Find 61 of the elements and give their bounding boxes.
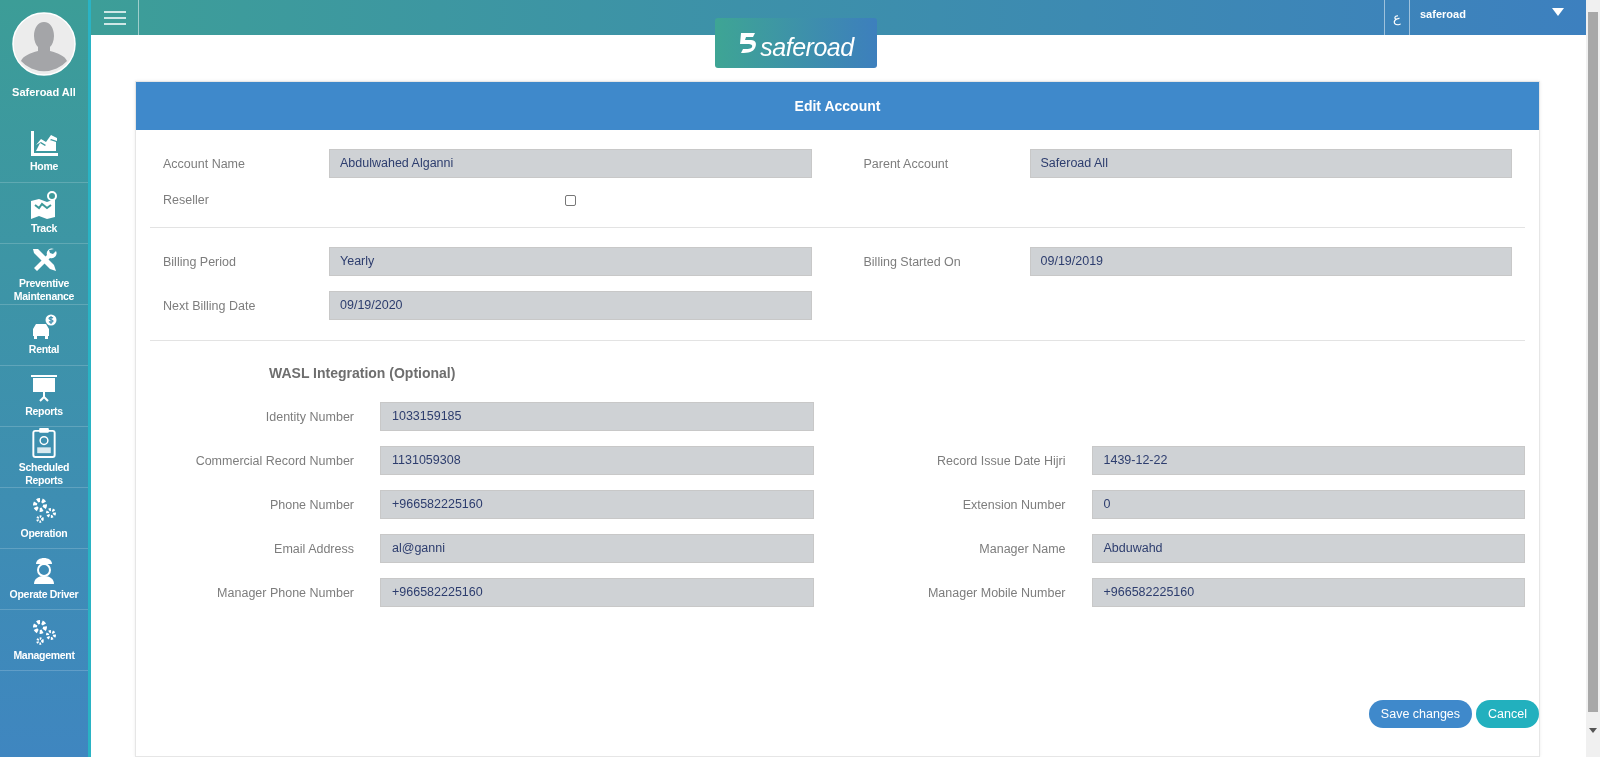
field-label: Parent Account: [863, 156, 950, 171]
input-field[interactable]: 1439-12-22: [1091, 446, 1525, 475]
gears-icon: [30, 496, 58, 524]
field-label: Commercial Record Number: [194, 453, 354, 468]
input-field[interactable]: Yearly: [329, 247, 812, 276]
input-field[interactable]: Abduwahd: [1091, 534, 1525, 563]
input-field[interactable]: al@ganni: [380, 534, 814, 563]
field-label: Phone Number: [268, 497, 354, 512]
nav-item[interactable]: Scheduled Reports: [0, 427, 88, 488]
presentation-board-icon: [30, 374, 58, 402]
map-pin-icon: [30, 191, 58, 219]
user-name: Saferoad All: [12, 86, 76, 98]
nav-item[interactable]: Preventive Maintenance: [0, 244, 88, 305]
input-field[interactable]: 1131059308: [380, 446, 814, 475]
driver-icon: [32, 557, 56, 585]
field-label: Billing Period: [163, 254, 237, 269]
input-field[interactable]: 09/19/2020: [329, 291, 812, 320]
user-dropdown[interactable]: saferoad: [1410, 0, 1586, 35]
nav-item[interactable]: Operation: [0, 488, 88, 549]
logo-text: saferoad: [760, 32, 854, 62]
scrollbar-thumb[interactable]: [1588, 12, 1598, 712]
language-toggle[interactable]: ع: [1384, 0, 1410, 35]
caret-icon: [1552, 8, 1564, 16]
field-label: Reseller: [163, 193, 210, 207]
scrollbar[interactable]: [1586, 0, 1600, 757]
field-label: Extension Number: [961, 497, 1066, 512]
logo-mark-icon: [738, 32, 759, 54]
input-field[interactable]: 09/19/2019: [1029, 247, 1512, 276]
checkbox[interactable]: [564, 194, 576, 206]
field-label: Email Address: [273, 541, 354, 556]
area-chart-icon: [30, 131, 58, 157]
field-label: Manager Name: [978, 541, 1066, 556]
nav-item[interactable]: Rental: [0, 305, 88, 366]
input-field[interactable]: Saferoad All: [1029, 149, 1512, 178]
field-label: Manager Phone Number: [216, 585, 354, 600]
field-label: Account Name: [163, 156, 246, 171]
section-heading: WASL Integration (Optional): [269, 365, 457, 381]
input-field[interactable]: +966582225160: [380, 490, 814, 519]
nav-item[interactable]: Operate Driver: [0, 549, 88, 610]
field-label: Billing Started On: [863, 254, 962, 269]
field-label: Manager Mobile Number: [926, 585, 1066, 600]
field-label: Identity Number: [264, 409, 354, 424]
input-field[interactable]: 1033159185: [380, 402, 814, 431]
input-field[interactable]: +966582225160: [1091, 578, 1525, 607]
gears-icon: [30, 618, 58, 646]
scroll-down-icon[interactable]: [1589, 728, 1597, 733]
field-label: Next Billing Date: [163, 298, 257, 313]
save-button[interactable]: Save changes: [1368, 700, 1473, 728]
field-label: Record Issue Date Hijri: [936, 453, 1066, 468]
clipboard-icon: [31, 427, 57, 458]
avatar-icon: [12, 12, 76, 76]
card-title: Edit Account: [794, 98, 881, 114]
menu-icon: [103, 10, 126, 25]
user-name: saferoad: [1420, 8, 1466, 20]
input-field[interactable]: 0: [1091, 490, 1525, 519]
tools-icon: [30, 245, 58, 274]
nav-item[interactable]: Reports: [0, 366, 88, 427]
input-field[interactable]: +966582225160: [380, 578, 814, 607]
input-field[interactable]: Abdulwahed Alganni: [329, 149, 812, 178]
car-dollar-icon: [30, 314, 58, 340]
nav-item[interactable]: Management: [0, 610, 88, 671]
